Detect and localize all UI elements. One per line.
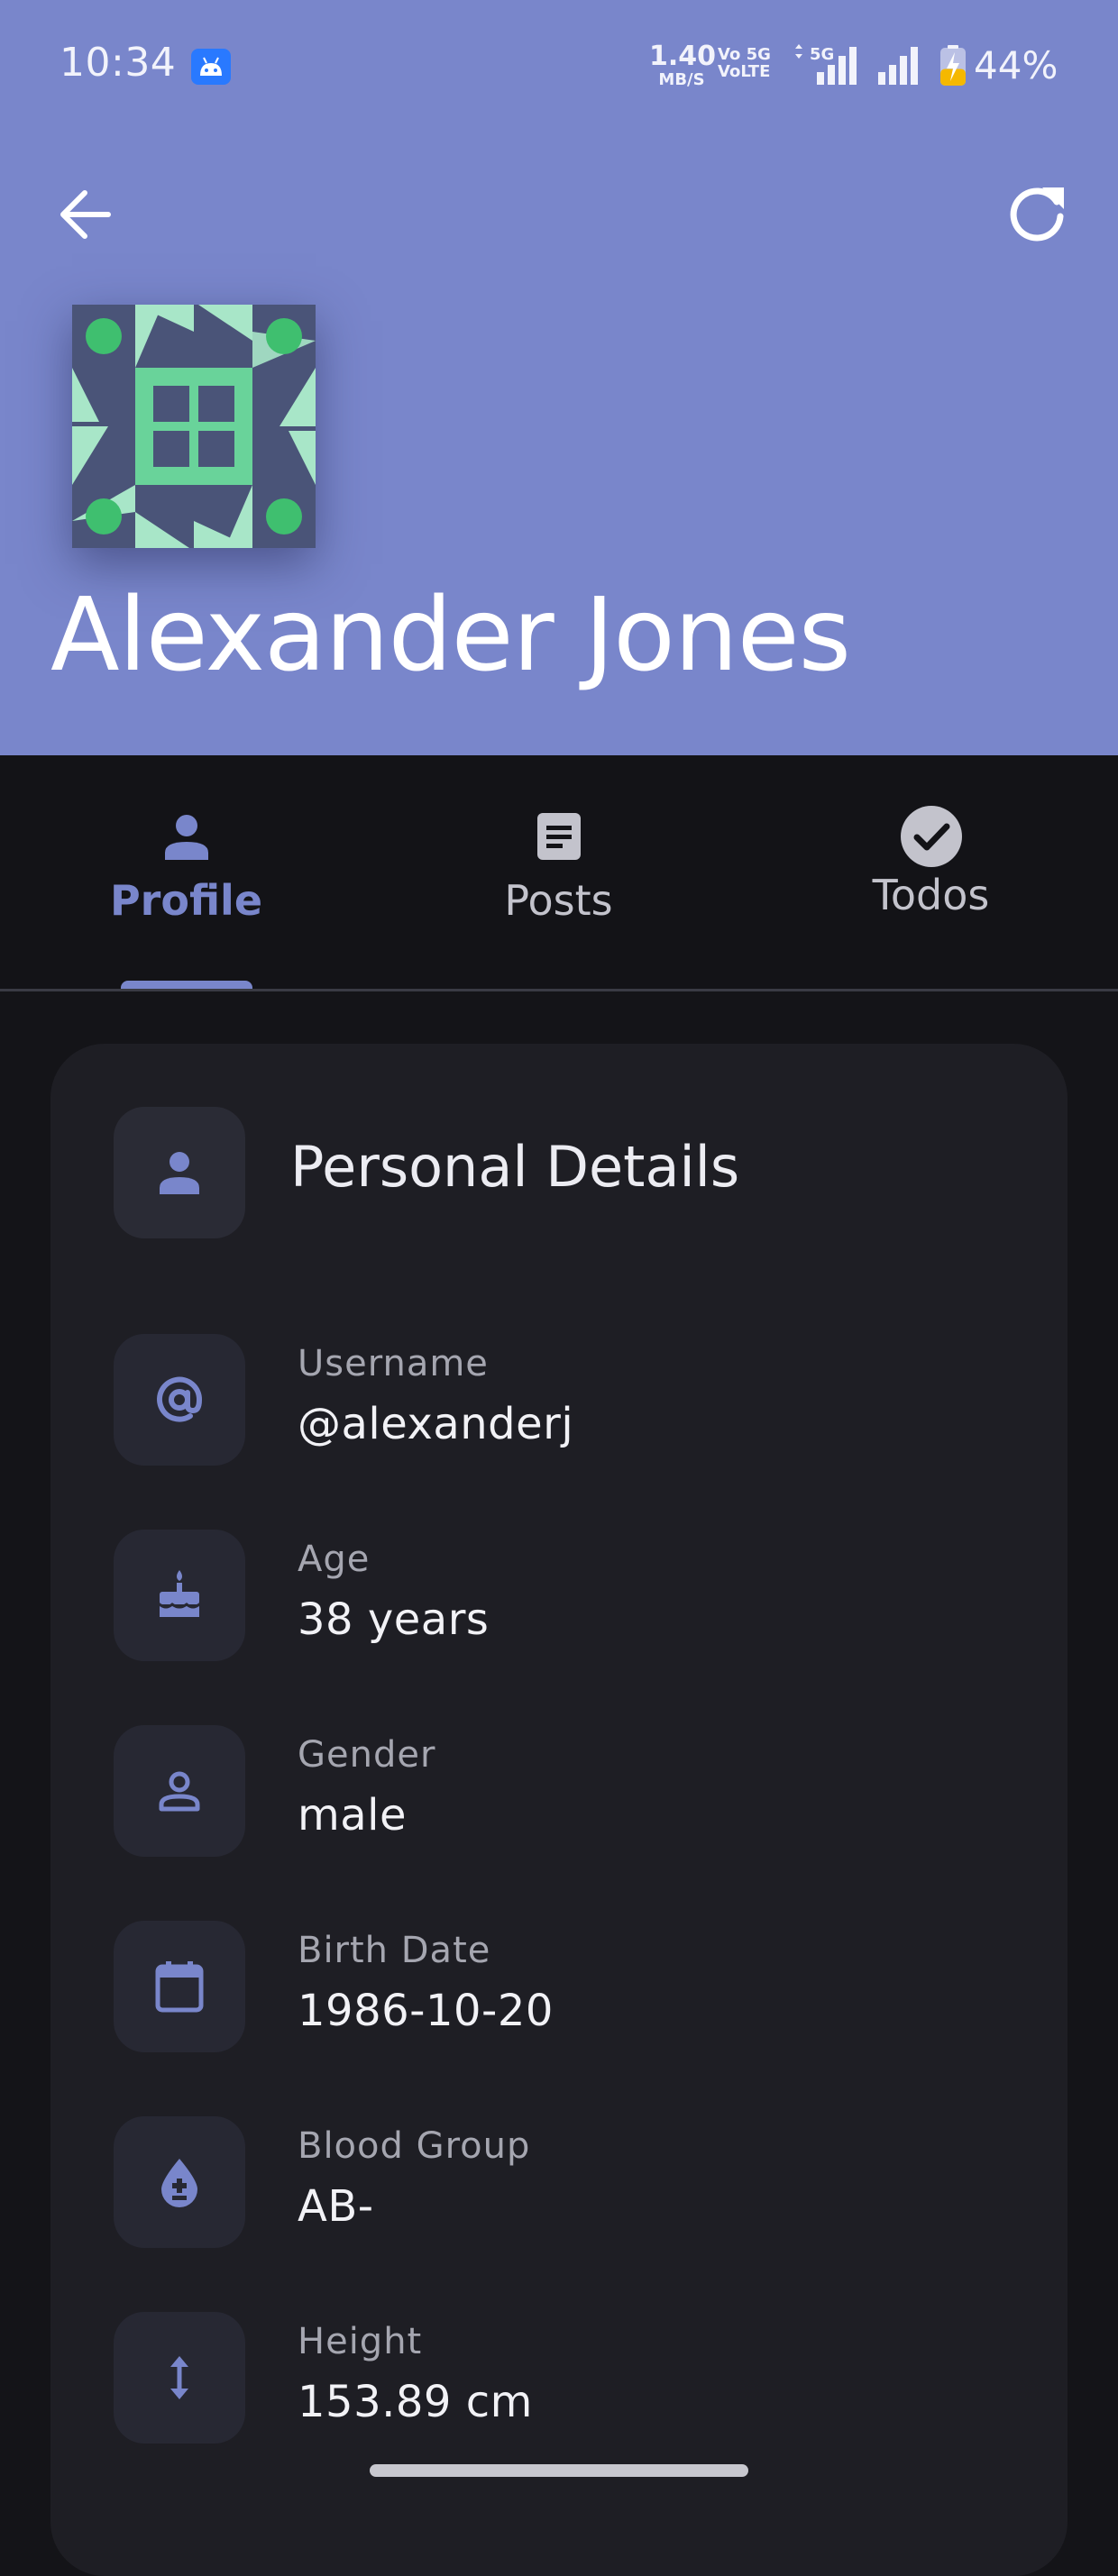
tab-divider — [0, 989, 1118, 991]
height-arrows-icon — [170, 2356, 188, 2399]
network-speed: 1.40 MB/S — [649, 41, 717, 89]
card-title: Personal Details — [290, 1134, 740, 1200]
tab-todos-label: Todos — [872, 871, 990, 919]
refresh-button[interactable] — [1001, 178, 1073, 251]
detail-row-gender: Gender male — [114, 1725, 1015, 1860]
tab-posts-label: Posts — [504, 876, 613, 925]
row-icon-box — [114, 2312, 245, 2444]
status-time: 10:34 — [60, 40, 177, 86]
row-icon-box — [114, 1334, 245, 1466]
detail-row-blood-group: Blood Group AB- — [114, 2116, 1015, 2252]
person-outline-icon — [159, 1771, 200, 1812]
volte-indicator: Vo 5G VoLTE — [718, 45, 771, 81]
signal-5g-icon: 5G — [795, 44, 857, 85]
at-icon — [157, 1376, 203, 1422]
person-icon — [160, 1152, 199, 1194]
row-label: Age — [298, 1539, 371, 1580]
personal-details-card: Personal Details Username @alexanderj Ag… — [50, 1044, 1068, 2576]
tab-posts[interactable]: Posts — [372, 809, 745, 925]
tab-profile[interactable]: Profile — [0, 809, 372, 925]
row-icon-box — [114, 2116, 245, 2248]
arrow-left-icon — [60, 190, 111, 239]
detail-row-age: Age 38 years — [114, 1530, 1015, 1665]
back-button[interactable] — [52, 180, 124, 249]
row-label: Gender — [298, 1734, 436, 1776]
identicon-avatar — [72, 305, 316, 548]
battery-percent: 44% — [974, 43, 1058, 87]
refresh-icon — [1010, 187, 1064, 242]
row-icon-box — [114, 1530, 245, 1661]
status-bar: 10:34 1.40 MB/S Vo 5G VoLTE 5G 44% — [0, 0, 1118, 135]
row-icon-box — [114, 1725, 245, 1857]
profile-name: Alexander Jones — [50, 577, 851, 694]
blood-drop-icon — [161, 2159, 197, 2207]
row-value: male — [298, 1790, 408, 1841]
row-value: AB- — [298, 2181, 374, 2232]
row-value: @alexanderj — [298, 1399, 574, 1449]
check-circle-icon — [900, 806, 962, 867]
row-icon-box — [114, 1921, 245, 2052]
row-label: Birth Date — [298, 1930, 491, 1971]
cake-icon — [159, 1570, 200, 1617]
battery-charging-icon — [940, 45, 966, 86]
row-value: 38 years — [298, 1594, 490, 1645]
row-value: 153.89 cm — [298, 2377, 533, 2427]
detail-row-birth-date: Birth Date 1986-10-20 — [114, 1921, 1015, 2056]
detail-row-username: Username @alexanderj — [114, 1334, 1015, 1469]
card-header-icon-box — [114, 1107, 245, 1238]
svg-text:5G: 5G — [810, 45, 834, 64]
detail-row-height: Height 153.89 cm — [114, 2312, 1015, 2447]
row-label: Username — [298, 1343, 489, 1384]
row-label: Blood Group — [298, 2125, 531, 2167]
avatar — [72, 305, 316, 548]
person-icon — [164, 815, 208, 860]
calendar-icon — [155, 1961, 204, 2013]
tab-bar: Profile Posts Todos — [0, 755, 1118, 991]
android-notification-icon — [191, 49, 231, 85]
row-label: Height — [298, 2321, 423, 2362]
tab-profile-label: Profile — [109, 876, 263, 925]
signal-icon — [878, 47, 918, 85]
article-icon — [536, 813, 581, 860]
home-indicator[interactable] — [370, 2464, 748, 2477]
profile-header: 10:34 1.40 MB/S Vo 5G VoLTE 5G 44% Alexa… — [0, 0, 1118, 755]
tab-todos[interactable]: Todos — [745, 806, 1117, 919]
row-value: 1986-10-20 — [298, 1986, 554, 2036]
